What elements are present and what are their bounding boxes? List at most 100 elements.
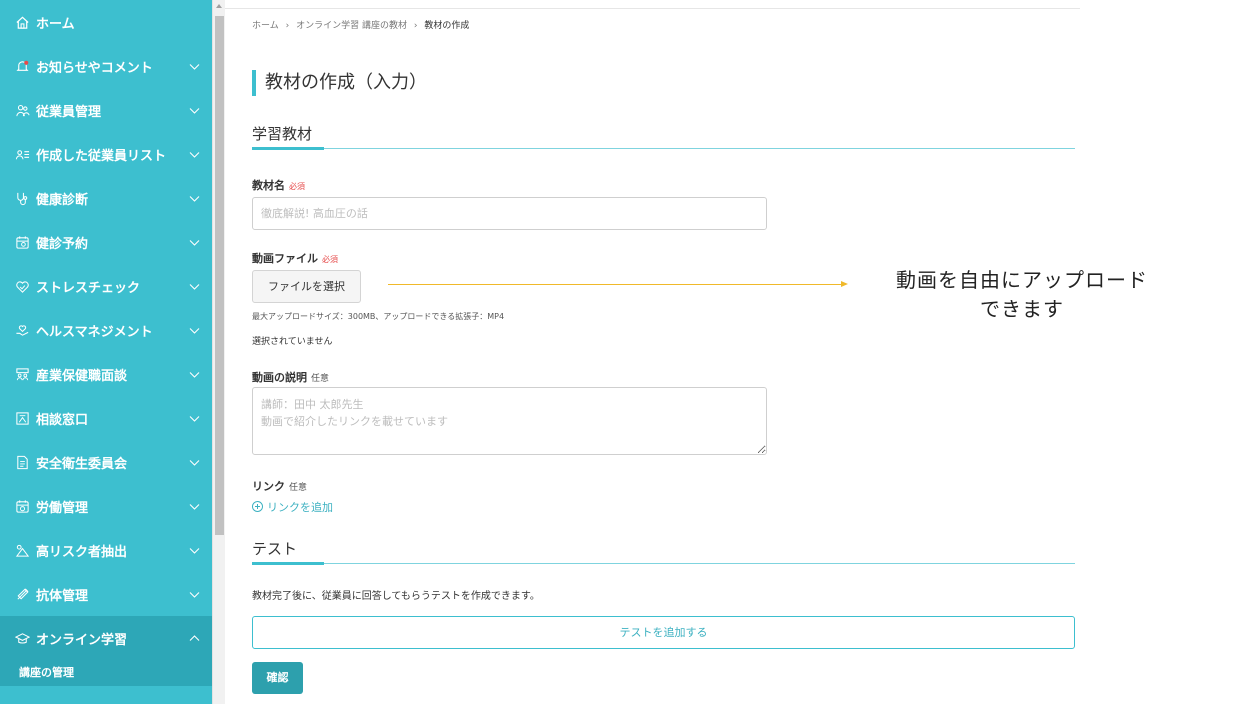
consult-icon (14, 410, 30, 426)
sidebar-item-label: 抗体管理 (36, 588, 89, 604)
sidebar-item-label: 健診予約 (36, 236, 89, 252)
people-icon (14, 102, 30, 118)
test-description: 教材完了後に、従業員に回答してもらうテストを作成できます。 (252, 591, 540, 602)
add-test-button[interactable]: テストを追加する (252, 616, 1075, 649)
sidebar-item-high-risk[interactable]: 高リスク者抽出 (0, 528, 212, 572)
chevron-down-icon (189, 64, 200, 70)
sidebar-item-health-checkup[interactable]: 健康診断 (0, 176, 212, 220)
sidebar-subitem-course-management[interactable]: 講座の管理 (0, 660, 212, 686)
chevron-down-icon (189, 152, 200, 158)
video-file-label: 動画ファイル 必須 (252, 250, 338, 266)
confirm-button[interactable]: 確認 (252, 662, 303, 694)
required-badge: 必須 (289, 182, 305, 191)
chevron-down-icon (189, 196, 200, 202)
sidebar-item-label: 労働管理 (36, 500, 89, 516)
breadcrumb-separator: › (285, 21, 290, 31)
section-heading-test: テスト (252, 538, 1075, 565)
person-list-icon (14, 146, 30, 162)
breadcrumb-parent[interactable]: オンライン学習 講座の教材 (296, 21, 407, 31)
file-status: 選択されていません (252, 337, 333, 347)
syringe-icon (14, 586, 30, 602)
chevron-down-icon (189, 372, 200, 378)
chevron-down-icon (189, 108, 200, 114)
video-description-label: 動画の説明 任意 (252, 369, 329, 385)
sidebar-item-label: オンライン学習 (36, 632, 128, 648)
sidebar-item-antibody[interactable]: 抗体管理 (0, 572, 212, 616)
add-link-label: リンクを追加 (267, 501, 333, 514)
material-name-label: 教材名 必須 (252, 177, 305, 193)
hand-heart-icon (14, 322, 30, 338)
sidebar-item-labor-management[interactable]: 労働管理 (0, 484, 212, 528)
sidebar-item-stress-check[interactable]: ストレスチェック (0, 264, 212, 308)
graduation-cap-icon (14, 630, 30, 646)
optional-badge: 任意 (289, 483, 308, 493)
chevron-down-icon (189, 460, 200, 466)
breadcrumb-current: 教材の作成 (424, 21, 470, 31)
section-title: 学習教材 (252, 125, 313, 143)
chevron-down-icon (189, 284, 200, 290)
file-select-button[interactable]: ファイルを選択 (252, 270, 361, 303)
chevron-down-icon (189, 548, 200, 554)
sidebar-item-online-learning[interactable]: オンライン学習 (0, 616, 212, 660)
scrollbar-thumb[interactable] (215, 16, 224, 535)
breadcrumb-home[interactable]: ホーム (252, 21, 279, 31)
video-description-textarea[interactable] (252, 387, 767, 455)
annotation-line-1: 動画を自由にアップロード (896, 268, 1148, 292)
bell-icon (14, 58, 30, 74)
breadcrumb-separator: › (413, 21, 418, 31)
breadcrumb: ホーム › オンライン学習 講座の教材 › 教材の作成 (252, 18, 473, 31)
sidebar-item-safety-committee[interactable]: 安全衛生委員会 (0, 440, 212, 484)
section-title: テスト (252, 540, 298, 558)
file-upload-note: 最大アップロードサイズ：300MB、アップロードできる拡張子：MP4 (252, 312, 505, 321)
scroll-up-arrow-icon[interactable] (216, 4, 222, 8)
link-label: リンク 任意 (252, 478, 307, 494)
chevron-down-icon (189, 328, 200, 334)
annotation-arrow-head-icon (841, 281, 848, 287)
sidebar-item-employees[interactable]: 従業員管理 (0, 88, 212, 132)
add-link-button[interactable]: リンクを追加 (252, 499, 333, 515)
sidebar-item-interviews[interactable]: 産業保健職面談 (0, 352, 212, 396)
sidebar-item-label: 安全衛生委員会 (36, 456, 128, 472)
chevron-down-icon (189, 416, 200, 422)
sidebar-item-label: ホーム (36, 16, 75, 32)
chevron-down-icon (189, 504, 200, 510)
section-heading-material: 学習教材 (252, 123, 1075, 150)
sidebar-item-notifications[interactable]: お知らせやコメント (0, 44, 212, 88)
annotation-text: 動画を自由にアップロード できます (872, 266, 1172, 324)
field-label-text: 動画ファイル (252, 252, 318, 265)
chevron-down-icon (189, 240, 200, 246)
home-icon (14, 14, 30, 30)
stethoscope-icon (14, 190, 30, 206)
chevron-up-icon (189, 635, 200, 641)
chevron-down-icon (189, 592, 200, 598)
header-divider (225, 8, 1080, 9)
annotation-line-2: できます (980, 297, 1064, 321)
section-divider (252, 563, 1075, 564)
calendar-icon (14, 234, 30, 250)
calendar-clock-icon (14, 498, 30, 514)
sidebar-item-label: 産業保健職面談 (36, 368, 128, 384)
sidebar-item-label: ストレスチェック (36, 280, 141, 296)
sidebar-scrollbar[interactable] (212, 0, 225, 704)
sidebar-item-home[interactable]: ホーム (0, 0, 212, 44)
risk-icon (14, 542, 30, 558)
sidebar-item-label: 作成した従業員リスト (36, 148, 167, 164)
sidebar-item-health-management[interactable]: ヘルスマネジメント (0, 308, 212, 352)
sidebar-item-label: お知らせやコメント (36, 60, 153, 76)
sidebar-item-label: 相談窓口 (36, 412, 89, 428)
required-badge: 必須 (322, 255, 338, 264)
sidebar-item-employee-list[interactable]: 作成した従業員リスト (0, 132, 212, 176)
document-icon (14, 454, 30, 470)
sidebar-item-label: 従業員管理 (36, 104, 102, 120)
optional-badge: 任意 (311, 374, 330, 384)
annotation-arrow-line (388, 284, 843, 285)
section-divider-accent (252, 562, 324, 565)
page-title: 教材の作成（入力） (252, 70, 427, 96)
field-label-text: 教材名 (252, 179, 285, 192)
material-name-input[interactable] (252, 197, 767, 230)
sidebar-item-label: ヘルスマネジメント (36, 324, 153, 340)
sidebar-item-checkup-booking[interactable]: 健診予約 (0, 220, 212, 264)
heart-check-icon (14, 278, 30, 294)
plus-circle-icon (252, 501, 263, 512)
sidebar-item-consultation[interactable]: 相談窓口 (0, 396, 212, 440)
